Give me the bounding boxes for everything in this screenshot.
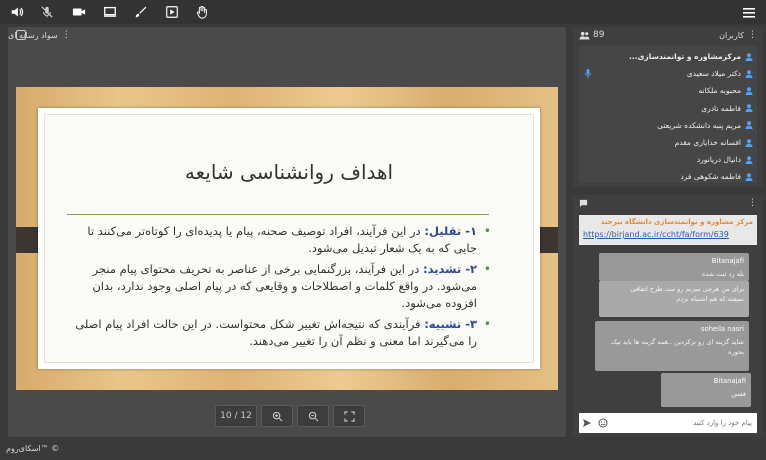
chat-message: Bitanajafi بله زد ثبت شده — [599, 253, 749, 281]
mic-muted-icon[interactable] — [38, 3, 56, 21]
users-header: 89 ⋮ کاربران — [573, 27, 763, 43]
banner-title: مرکز مشاوره و توانمندسازی دانشگاه بیرجند — [600, 218, 753, 226]
bullet-text: در این فرآیند، بزرگنمایی برخی از عناصر ب… — [92, 262, 477, 310]
play-media-icon[interactable] — [163, 3, 181, 21]
user-name: دانیال دریانورد — [696, 155, 741, 165]
camera-icon[interactable] — [70, 3, 88, 21]
user-row[interactable]: دکتر میلاد سعیدی — [579, 65, 757, 82]
user-icon — [745, 138, 753, 147]
chat-header: ⋮ — [573, 195, 763, 211]
chat-icon — [579, 199, 588, 207]
users-count-number: 89 — [593, 30, 605, 40]
screen-share-icon[interactable] — [101, 3, 119, 21]
user-name: مرکزمشاوره و توانمندسازی... — [629, 52, 741, 62]
chat-pinned-banner: مرکز مشاوره و توانمندسازی دانشگاه بیرجند… — [579, 215, 757, 245]
zoom-in-button[interactable] — [261, 405, 293, 427]
mic-active-icon — [585, 69, 591, 79]
message-sender: Bitanajafi — [713, 377, 746, 385]
slide-card: اهداف روانشناسی شایعه ۱- تقلیل: در این ف… — [38, 108, 540, 369]
more-options-icon[interactable]: ⋮ — [748, 30, 757, 40]
user-name: فاطمه نادری — [701, 103, 741, 113]
user-name: فاطمه شکوهی فرد — [680, 172, 741, 182]
user-row[interactable]: مریم پنبه دانشکده شریعتی — [579, 117, 757, 134]
slide-divider — [67, 214, 489, 215]
chat-input-bar — [579, 413, 757, 433]
users-count: 89 — [579, 30, 604, 40]
message-body: بله زد ثبت شده — [701, 270, 744, 278]
user-row[interactable]: مرکزمشاوره و توانمندسازی... — [579, 48, 757, 65]
users-title: کاربران — [719, 30, 744, 40]
hamburger-icon[interactable] — [742, 5, 756, 19]
user-icon — [745, 173, 753, 181]
chat-message: Bitanajafi قفس — [661, 373, 751, 407]
message-body: قفس — [731, 390, 746, 398]
user-name: دکتر میلاد سعیدی — [686, 69, 741, 79]
more-options-icon[interactable]: ⋮ — [748, 198, 757, 208]
users-list: مرکزمشاوره و توانمندسازی... دکتر میلاد سع… — [579, 46, 757, 183]
bullet-keyword: ۲- تشدید: — [422, 262, 477, 276]
users-panel: 89 ⋮ کاربران مرکزمشاوره و توانمندسازی...… — [573, 27, 763, 187]
chat-input[interactable] — [611, 413, 757, 433]
more-options-icon[interactable]: ⋮ — [62, 30, 71, 40]
user-row[interactable]: دانیال دریانورد — [579, 151, 757, 168]
chat-message: soheila nasri شاید گزینه ای رو نزکردین .… — [595, 321, 749, 371]
user-row[interactable]: محبوبه ملکانه — [579, 82, 757, 99]
user-icon — [745, 104, 753, 113]
emoji-icon[interactable] — [595, 415, 611, 431]
expand-icon[interactable] — [16, 30, 26, 40]
presentation-panel: ⋮ سواد رسانه ای اهداف روانشناسی شایعه ۱-… — [8, 27, 566, 437]
user-row[interactable]: افسانه خدایاری مقدم — [579, 134, 757, 151]
zoom-out-icon — [308, 411, 318, 421]
slide-bullet: ۲- تشدید: در این فرآیند، بزرگنمایی برخی … — [65, 261, 491, 312]
user-icon — [745, 156, 753, 164]
user-name: محبوبه ملکانه — [698, 86, 741, 96]
brush-icon[interactable] — [132, 3, 150, 21]
user-name: مریم پنبه دانشکده شریعتی — [657, 120, 741, 130]
presentation-header: ⋮ سواد رسانه ای — [8, 27, 566, 43]
page-indicator[interactable]: 10 / 12 — [215, 405, 257, 427]
chat-messages: Bitanajafi بله زد ثبت شده برای من هرچی م… — [579, 249, 757, 409]
slide-controls: 10 / 12 — [215, 405, 365, 427]
message-body: شاید گزینه ای رو نزکردین ..همه گزینه ها … — [611, 338, 744, 356]
bullet-keyword: ۱- تقلیل: — [424, 224, 477, 238]
user-row[interactable]: فاطمه نادری — [579, 100, 757, 117]
slide-body: ۱- تقلیل: در این فرآیند، افراد توصیف صحن… — [65, 223, 491, 354]
chat-panel: ⋮ مرکز مشاوره و توانمندسازی دانشگاه بیرج… — [573, 195, 763, 437]
users-icon — [579, 31, 590, 40]
raise-hand-icon[interactable] — [193, 3, 211, 21]
chat-message: برای من هرچی میزنم رو ثبت طرح اتفاقی نمی… — [599, 281, 749, 317]
bullet-text: در این فرآیند، افراد توصیف صحنه، پیام یا… — [87, 224, 477, 255]
send-icon[interactable] — [579, 415, 595, 431]
bullet-keyword: ۳- تشبیه: — [424, 317, 477, 331]
user-name: افسانه خدایاری مقدم — [674, 138, 741, 148]
bullet-text: فرآیندی که نتیجه‌اش تغییر شکل محتواست. د… — [75, 317, 477, 348]
top-toolbar — [0, 0, 766, 24]
user-icon — [745, 87, 753, 95]
zoom-in-icon — [272, 411, 282, 421]
slide-title: اهداف روانشناسی شایعه — [184, 160, 394, 184]
brand-footer: اسکای‌روم™ © — [6, 444, 60, 453]
message-body: برای من هرچی میزنم رو ثبت طرح اتفاقی نمی… — [630, 285, 744, 303]
slide-bullet: ۱- تقلیل: در این فرآیند، افراد توصیف صحن… — [65, 223, 491, 257]
fullscreen-icon — [343, 410, 355, 422]
user-icon — [745, 121, 753, 130]
slide: اهداف روانشناسی شایعه ۱- تقلیل: در این ف… — [16, 87, 558, 390]
speaker-icon[interactable] — [8, 3, 26, 21]
fullscreen-button[interactable] — [333, 405, 365, 427]
message-sender: Bitanajafi — [711, 257, 744, 265]
zoom-out-button[interactable] — [297, 405, 329, 427]
banner-link[interactable]: https://birjand.ac.ir/ccht/fa/form/639 — [583, 230, 753, 239]
slide-bullet: ۳- تشبیه: فرآیندی که نتیجه‌اش تغییر شکل … — [65, 316, 491, 350]
user-row[interactable]: فاطمه شکوهی فرد — [579, 168, 757, 185]
message-sender: soheila nasri — [701, 325, 744, 333]
user-icon — [745, 52, 753, 61]
user-icon — [745, 70, 753, 78]
